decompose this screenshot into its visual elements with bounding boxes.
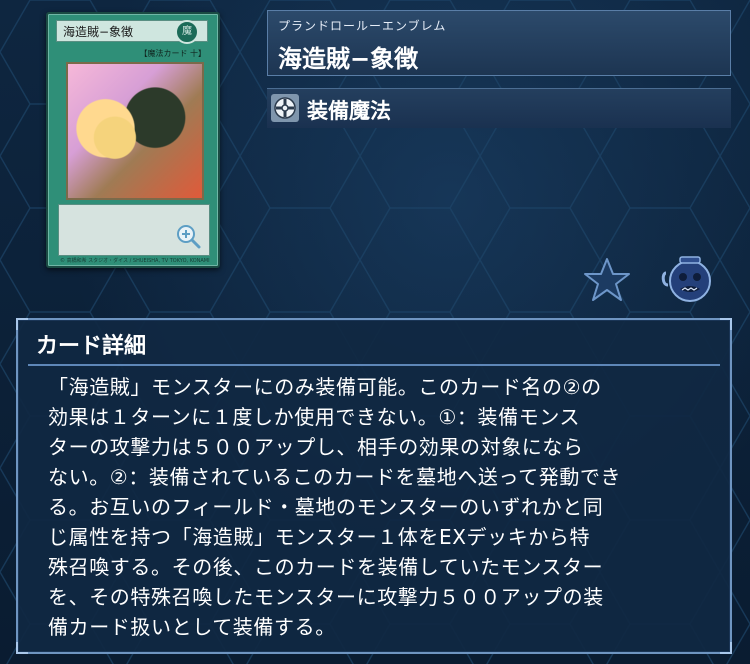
zoom-icon[interactable] [175,223,201,249]
card-copyright: © 高橋和希 スタジオ・ダイス / SHUEISHA, TV TOKYO, KO… [60,258,210,264]
card-artwork [66,62,204,200]
card-detail-panel: カード詳細 「海造賊」モンスターにのみ装備可能。このカード名の②の 効果は１ター… [16,318,732,654]
card-name-text: 海造賊−象徴 [63,25,134,39]
card-text-box [58,204,210,256]
panel-corner [720,642,732,654]
detail-heading: カード詳細 [36,334,147,359]
equip-spell-icon [271,94,299,122]
card-name-reading: プランドロールーエンブレム [278,19,447,33]
card-type-panel: 装備魔法 [267,88,731,128]
detail-divider [28,364,720,366]
panel-corner [16,318,28,330]
card-thumbnail[interactable]: 海造賊−象徴 魔 【魔法カード 十】 © 高橋和希 スタジオ・ダイス / SHU… [46,12,220,268]
pot-icon[interactable] [660,255,716,305]
card-type-text: 【魔法カード 十】 [139,49,206,58]
card-name-panel: プランドロールーエンブレム 海造賊−象徴 [267,10,731,76]
star-icon[interactable] [582,256,632,304]
card-name-title: 海造賊−象徴 [278,45,419,73]
card-name-plate: 海造賊−象徴 魔 [56,20,208,44]
spell-attribute-icon: 魔 [175,20,199,44]
panel-corner [720,318,732,330]
card-effect-text: 「海造賊」モンスターにのみ装備可能。このカード名の②の 効果は１ターンに１度しか… [48,375,622,639]
panel-corner [16,642,28,654]
card-type-label: 装備魔法 [307,99,391,123]
